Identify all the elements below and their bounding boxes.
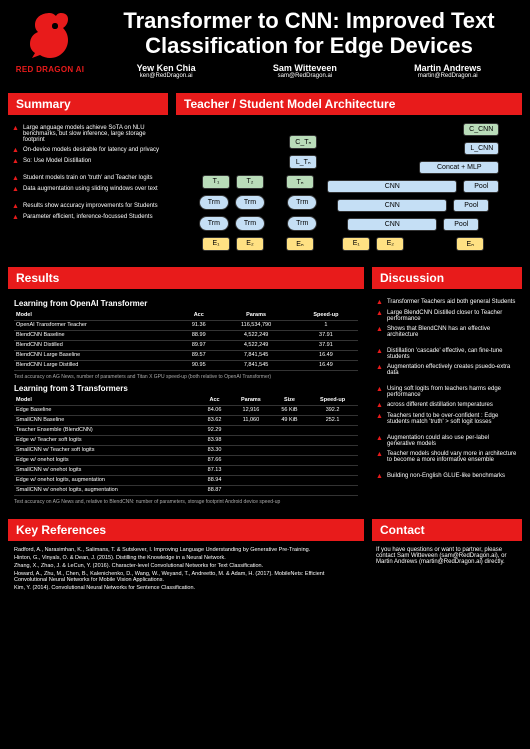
- dragon-icon: [20, 8, 80, 63]
- concat-box: Concat + MLP: [419, 161, 499, 174]
- table-row: Edge w/ onehot logits, augmentation88.94: [14, 475, 358, 485]
- reference: Howard, A., Zhu, M., Chen, B., Kaleniche…: [14, 571, 358, 583]
- trm-box: Trm: [235, 216, 265, 231]
- architecture-diagram: E₁ E₂ Eₙ Trm Trm Trm Trm Trm Trm T₁ T₂ T…: [176, 115, 522, 259]
- section-header: Key References: [8, 519, 364, 541]
- author: Yew Ken Chiaken@RedDragon.ai: [137, 63, 196, 79]
- logo-text: RED DRAGON AI: [16, 65, 85, 74]
- logo: RED DRAGON AI: [10, 8, 90, 79]
- class-box: C_Tₙ: [289, 135, 317, 149]
- references-section: Key References Radford, A., Narasimhan, …: [8, 519, 364, 599]
- results-subhead: Learning from OpenAI Transformer: [14, 299, 358, 308]
- out-box: T₁: [202, 175, 230, 189]
- bullet: Shows that BlendCNN has an effective arc…: [376, 326, 518, 338]
- section-header: Discussion: [372, 267, 522, 289]
- section-header: Summary: [8, 93, 168, 115]
- table-row: BlendCNN Large Distilled90.957,841,54516…: [14, 360, 358, 370]
- out-box: Tₙ: [286, 175, 314, 189]
- trm-box: Trm: [287, 216, 317, 231]
- results-table-1: ModelAccParamsSpeed-upOpenAI Transformer…: [14, 311, 358, 371]
- section-header: Teacher / Student Model Architecture: [176, 93, 522, 115]
- bullet: Transformer Teachers aid both general St…: [376, 299, 518, 306]
- header-main: Transformer to CNN: Improved Text Classi…: [98, 8, 520, 79]
- trm-box: Trm: [287, 195, 317, 210]
- trm-box: Trm: [199, 216, 229, 231]
- summary-section: Summary Large anguage models achieve SoT…: [8, 93, 168, 259]
- table-row: Teacher Ensemble (BlendCNN)92.29: [14, 425, 358, 435]
- bullet: Parameter efficient, inference-focussed …: [12, 214, 164, 221]
- class-box: C_CNN: [463, 123, 499, 136]
- bullet: Large BlendCNN Distilled closer to Teach…: [376, 310, 518, 322]
- bullet: Building non-English GLUE-like benchmark…: [376, 473, 518, 480]
- table-row: Edge Baseline84.0612,91656 KiB392.2: [14, 405, 358, 415]
- bullet: Teacher models should vary more in archi…: [376, 451, 518, 463]
- table-row: SmallCNN w/ Teacher soft logits83.30: [14, 445, 358, 455]
- cnn-box: CNN: [327, 180, 457, 193]
- emb-box: Eₙ: [456, 237, 484, 251]
- contact-section: Contact If you have questions or want to…: [372, 519, 522, 599]
- contact-text: If you have questions or want to partner…: [372, 541, 522, 571]
- pool-box: Pool: [463, 180, 499, 193]
- bullet: Augmentation could also use per-label ge…: [376, 435, 518, 447]
- reference: Zhang, X., Zhao, J. & LeCun, Y. (2016). …: [14, 563, 358, 569]
- pool-box: Pool: [443, 218, 479, 231]
- table-caption: Test accuracy on AG News and, relative t…: [14, 499, 358, 505]
- student-model: E₁ E₂ Eₙ CNN Pool CNN Pool CNN Pool Concat …: [327, 123, 499, 251]
- emb-box: E₂: [376, 237, 404, 251]
- cnn-box: CNN: [347, 218, 437, 231]
- reference: Hinton, G., Vinyals, O. & Dean, J. (2015…: [14, 555, 358, 561]
- results-subhead: Learning from 3 Transformers: [14, 384, 358, 393]
- results-table-2: ModelAccParamsSizeSpeed-upEdge Baseline8…: [14, 396, 358, 496]
- author: Martin Andrewsmartin@RedDragon.ai: [414, 63, 481, 79]
- teacher-model: E₁ E₂ Eₙ Trm Trm Trm Trm Trm Trm T₁ T₂ T…: [199, 123, 318, 251]
- table-row: SmallCNN w/ onehot logits87.13: [14, 465, 358, 475]
- emb-box: Eₙ: [286, 237, 314, 251]
- section-header: Contact: [372, 519, 522, 541]
- table-row: BlendCNN Distilled89.974,522,24937.91: [14, 340, 358, 350]
- emb-box: E₁: [202, 237, 230, 251]
- table-caption: Test accuracy on AG News, number of para…: [14, 374, 358, 380]
- header: RED DRAGON AI Transformer to CNN: Improv…: [0, 0, 530, 85]
- bullet: On-device models desirable for latency a…: [12, 147, 164, 154]
- bullet: So: Use Model Distillation: [12, 158, 164, 165]
- bullet: Using soft logits from teachers harms ed…: [376, 386, 518, 398]
- emb-box: E₂: [236, 237, 264, 251]
- out-box: T₂: [236, 175, 264, 189]
- bullet: Distillation 'cascade' effective, can fi…: [376, 348, 518, 360]
- bullet: across different distillation temperatur…: [376, 402, 518, 409]
- table-row: Edge w/ Teacher soft logits83.98: [14, 435, 358, 445]
- bullet: Large anguage models achieve SoTA on NLU…: [12, 125, 164, 143]
- bullet: Augmentation effectively creates psuedo-…: [376, 364, 518, 376]
- authors: Yew Ken Chiaken@RedDragon.ai Sam Witteve…: [98, 63, 520, 79]
- trm-box: Trm: [235, 195, 265, 210]
- discussion-section: Discussion Transformer Teachers aid both…: [372, 267, 522, 511]
- bullet: Teachers tend to be over-confident : Edg…: [376, 413, 518, 425]
- loss-box: L_CNN: [464, 142, 499, 155]
- architecture-section: Teacher / Student Model Architecture E₁ …: [176, 93, 522, 259]
- results-section: Results Learning from OpenAI Transformer…: [8, 267, 364, 511]
- reference: Kim, Y. (2014). Convolutional Neural Net…: [14, 585, 358, 591]
- table-row: BlendCNN Large Baseline89.577,841,54516.…: [14, 350, 358, 360]
- bullet: Results show accuracy improvements for S…: [12, 203, 164, 210]
- bullet: Student models train on 'truth' and Teac…: [12, 175, 164, 182]
- cnn-box: CNN: [337, 199, 447, 212]
- section-header: Results: [8, 267, 364, 289]
- pool-box: Pool: [453, 199, 489, 212]
- bullet: Data augmentation using sliding windows …: [12, 186, 164, 193]
- table-row: BlendCNN Baseline88.994,522,24937.91: [14, 330, 358, 340]
- loss-box: L_Tₙ: [289, 155, 317, 169]
- emb-box: E₁: [342, 237, 370, 251]
- reference: Radford, A., Narasimhan, K., Salimans, T…: [14, 547, 358, 553]
- table-row: Edge w/ onehot logits87.66: [14, 455, 358, 465]
- table-row: SmallCNN w/ onehot logits, augmentation8…: [14, 485, 358, 495]
- table-row: OpenAI Transformer Teacher91.36116,534,7…: [14, 320, 358, 330]
- poster-title: Transformer to CNN: Improved Text Classi…: [98, 8, 520, 59]
- table-row: SmallCNN Baseline83.6211,06049 KiB252.1: [14, 415, 358, 425]
- trm-box: Trm: [199, 195, 229, 210]
- author: Sam Witteveensam@RedDragon.ai: [273, 63, 337, 79]
